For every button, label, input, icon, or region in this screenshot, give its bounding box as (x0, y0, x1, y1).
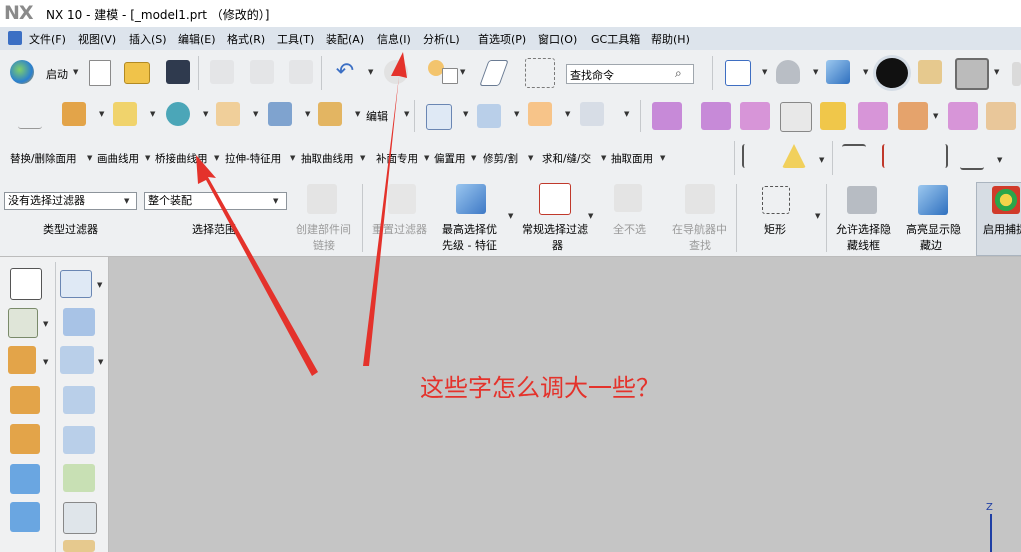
annotation-question: 这些字怎么调大一些？ (420, 374, 660, 402)
annotation-arrows (196, 52, 407, 376)
arrow-to-menu-text (363, 52, 407, 366)
z-axis-label: Z (986, 502, 993, 513)
arrow-to-toolbar-text (196, 155, 318, 376)
z-axis-triad (990, 514, 992, 552)
